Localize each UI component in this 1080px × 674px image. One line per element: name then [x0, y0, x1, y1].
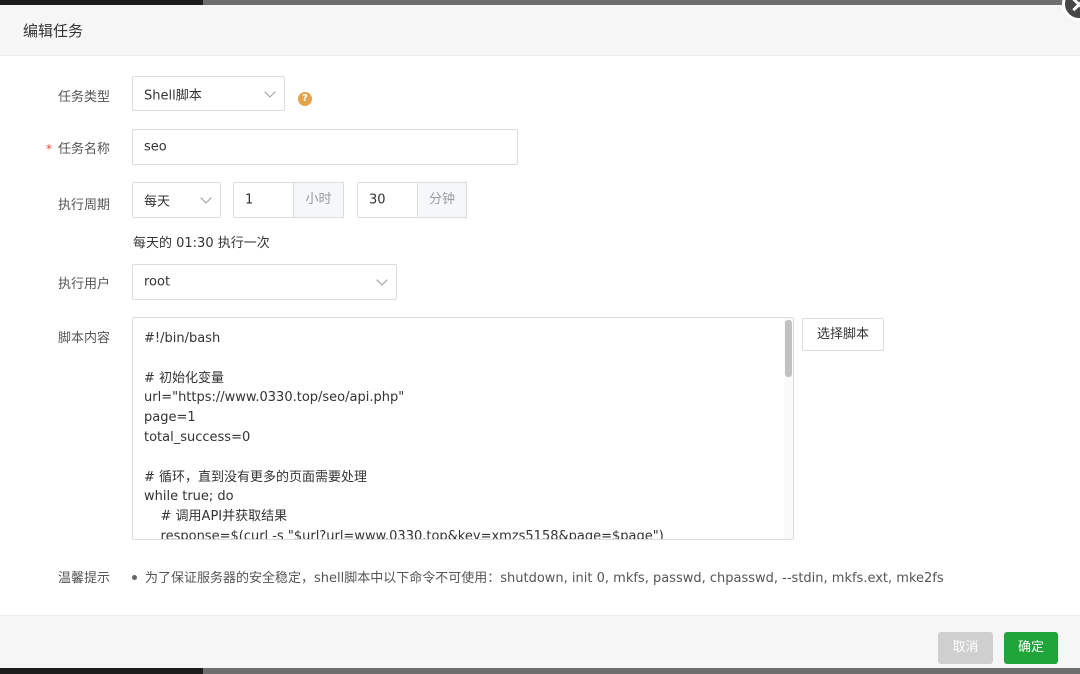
script-line: [144, 448, 664, 468]
cycle-period-select[interactable]: 每天: [132, 182, 221, 218]
user-select[interactable]: root: [132, 264, 397, 300]
dialog-footer: 取消 确定: [0, 615, 1080, 669]
task-type-value: Shell脚本: [144, 88, 202, 103]
chevron-down-icon: [376, 274, 388, 286]
task-type-label: 任务类型: [57, 90, 110, 105]
script-scrollbar[interactable]: [784, 318, 793, 539]
task-name-label-text: 任务名称: [57, 142, 110, 157]
cycle-hint: 每天的 01:30 执行一次: [133, 236, 270, 251]
script-line: [144, 349, 664, 369]
script-lines: #!/bin/bash # 初始化变量 url="https://www.0330.…: [144, 329, 664, 540]
script-line: url="https://www.0330.top/seo/api.php": [144, 390, 405, 406]
required-mark: *: [45, 142, 52, 156]
bullet-dot: [132, 575, 137, 580]
script-line: # 初始化变量: [144, 370, 225, 386]
minute-input[interactable]: 30: [357, 182, 418, 218]
user-value: root: [144, 274, 171, 290]
task-name-label: * 任务名称: [0, 138, 110, 157]
cycle-label: 执行周期: [57, 198, 110, 213]
hour-value: 1: [245, 192, 254, 208]
cancel-button[interactable]: 取消: [938, 632, 993, 664]
hour-unit: 小时: [294, 182, 344, 218]
script-line: # 调用API并获取结果: [144, 509, 288, 525]
task-name-input[interactable]: seo: [132, 129, 518, 165]
script-label: 脚本内容: [57, 331, 110, 346]
dialog-title: 编辑任务: [23, 22, 84, 40]
edit-task-dialog: 编辑任务 任务类型 Shell脚本 ? * 任务名称 seo 执行周期 每天 1 …: [0, 5, 1080, 669]
task-name-value: seo: [144, 139, 167, 155]
tips-item: 为了保证服务器的安全稳定，shell脚本中以下命令不可使用：shutdown, …: [132, 567, 944, 586]
confirm-button[interactable]: 确定: [1004, 632, 1058, 664]
script-editor[interactable]: #!/bin/bash # 初始化变量 url="https://www.0330.…: [132, 317, 794, 540]
script-line: # 循环，直到没有更多的页面需要处理: [144, 469, 368, 485]
minute-unit: 分钟: [418, 182, 467, 218]
script-line: while true; do: [144, 489, 234, 505]
hour-input[interactable]: 1: [233, 182, 294, 218]
backdrop-bottom: [0, 668, 1080, 674]
script-line: response=$(curl -s "$url?url=www.0330.to…: [144, 528, 664, 540]
question-circle-icon[interactable]: ?: [298, 92, 312, 106]
script-line: #!/bin/bash: [144, 331, 221, 346]
chevron-down-icon: [200, 192, 212, 204]
script-line: total_success=0: [144, 429, 251, 445]
script-line: page=1: [144, 410, 196, 426]
chevron-down-icon: [264, 85, 276, 98]
backdrop-bottom-strip: [203, 668, 1080, 674]
choose-script-button[interactable]: 选择脚本: [802, 318, 884, 351]
tips-label: 温馨提示: [57, 571, 110, 586]
task-type-select[interactable]: Shell脚本: [132, 76, 285, 111]
tips-text: 为了保证服务器的安全稳定，shell脚本中以下命令不可使用：shutdown, …: [145, 571, 944, 586]
script-scrollbar-thumb[interactable]: [785, 320, 792, 377]
minute-value: 30: [369, 192, 386, 208]
cycle-period-value: 每天: [144, 194, 171, 210]
user-label: 执行用户: [57, 277, 110, 292]
dialog-header: 编辑任务: [0, 5, 1080, 56]
